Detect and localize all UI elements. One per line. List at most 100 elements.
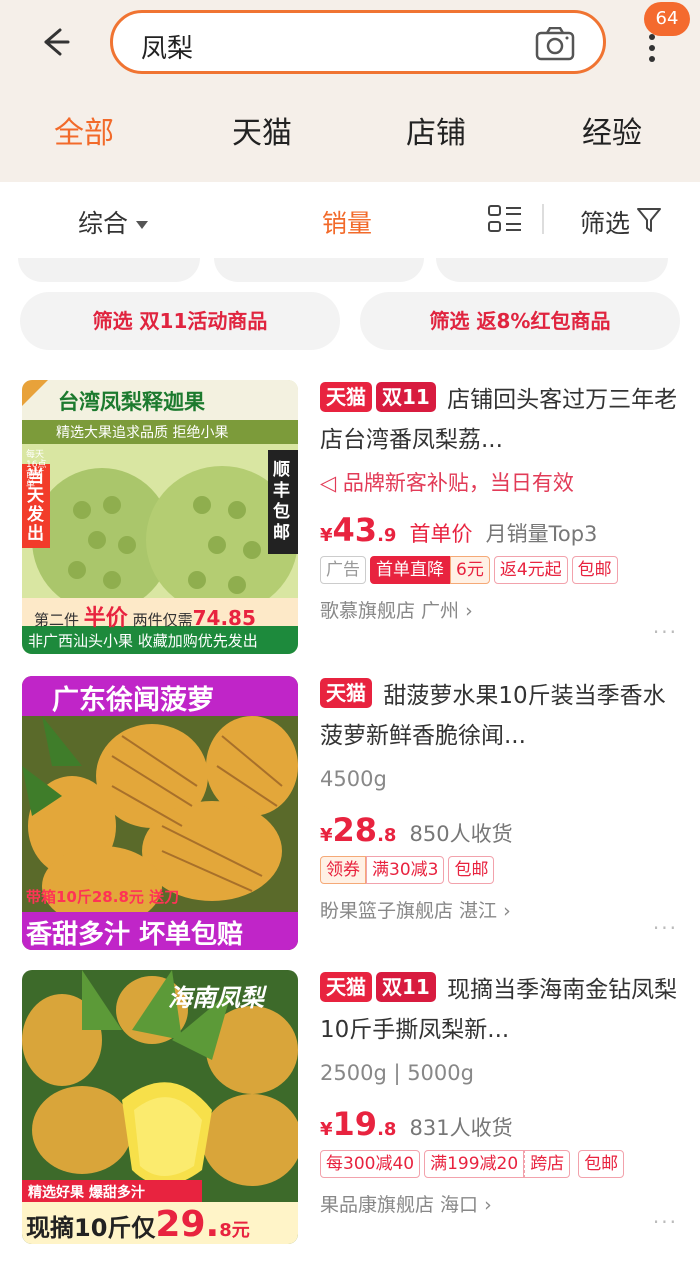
product-image[interactable]: 广东徐闻菠萝 带箱10斤28.8元 送刀 香甜多汁 坏单包赔	[22, 676, 298, 950]
chip-row-scrolled	[0, 258, 700, 284]
offer-text: 两件仅需	[132, 611, 193, 629]
image-offer: 第二件 半价 两件仅需74.85	[34, 600, 256, 632]
double11-tag: 双11	[376, 972, 436, 1002]
shop-name: 歌慕旗舰店 广州	[320, 600, 460, 622]
free-shipping-label: 包邮	[578, 1150, 625, 1178]
filter-label: 筛选	[580, 209, 631, 238]
promo-labels: 广告 首单直降 6元 返4元起 包邮	[320, 556, 680, 586]
image-subtitle: 精选大果追求品质 拒绝小果	[56, 425, 229, 441]
image-strip: 精选好果 爆甜多汁	[28, 1185, 145, 1201]
product-spec: 4500g	[320, 767, 387, 791]
price: ¥43.9	[320, 511, 397, 549]
search-type-tabs: 全部 天猫 店铺 经验	[0, 108, 700, 164]
shop-link[interactable]: 果品康旗舰店 海口 ›	[320, 1190, 680, 1220]
image-caption-price: 29.	[155, 1204, 220, 1244]
search-query: 凤梨	[141, 34, 194, 64]
price-row: ¥19.8 831人收货	[320, 1104, 680, 1144]
discount-amount-label: 6元	[450, 556, 490, 584]
first-order-discount-label: 首单直降	[370, 556, 450, 584]
more-options-icon[interactable]: ···	[653, 1210, 678, 1234]
chip-scrolled[interactable]	[436, 258, 668, 282]
more-options-icon[interactable]: ···	[653, 620, 678, 644]
promo-labels: 每300减40 满199减20 跨店 包邮	[320, 1150, 680, 1180]
image-banner: 台湾凤梨释迦果	[58, 390, 205, 414]
free-shipping-label: 包邮	[571, 556, 618, 584]
price-main: 19	[332, 1105, 378, 1143]
image-bottom-caption: 香甜多汁 坏单包赔	[26, 920, 244, 950]
product-info: 天猫 甜菠萝水果10斤装当季香水菠萝新鲜香脆徐闻... 4500g ¥28.8 …	[320, 676, 680, 926]
price-decimal: .8	[377, 825, 397, 846]
shop-link[interactable]: 盼果篮子旗舰店 湛江 ›	[320, 896, 680, 926]
image-side-right: 顺丰包邮	[273, 460, 290, 543]
chip-double11[interactable]: 筛选 双11活动商品	[20, 292, 340, 350]
filter-funnel-icon[interactable]	[636, 206, 662, 234]
product-image-graphic	[22, 676, 298, 950]
top-bar: 凤梨 64 全部 天猫 店铺 经验	[0, 0, 700, 182]
price: ¥28.8	[320, 811, 397, 849]
image-midline: 带箱10斤28.8元 送刀	[26, 888, 180, 906]
product-image[interactable]: 台湾凤梨释迦果 精选大果追求品质 拒绝小果 每天16点前订单 当天发出 顺丰包邮…	[22, 380, 298, 654]
tab-experience[interactable]: 经验	[582, 108, 642, 152]
speaker-icon: ◁	[320, 471, 337, 495]
product-title-text: 店铺回头客过万三年老店台湾番凤梨荔...	[320, 387, 678, 453]
product-spec: 2500g | 5000g	[320, 1061, 474, 1085]
image-banner: 广东徐闻菠萝	[52, 685, 214, 716]
notification-badge: 64	[644, 2, 690, 36]
chip-redpacket[interactable]: 筛选 返8%红包商品	[360, 292, 680, 350]
discount-label: 满30减3	[366, 856, 445, 884]
product-title-text: 现摘当季海南金钻凤梨10斤手撕凤梨新...	[320, 977, 678, 1043]
promo-labels: 领券 满30减3 包邮	[320, 856, 680, 886]
image-caption-text: 现摘10斤仅	[26, 1214, 156, 1242]
shop-name: 果品康旗舰店 海口	[320, 1194, 479, 1216]
offer-price: 74.85	[192, 606, 256, 630]
shop-name: 盼果篮子旗舰店 湛江	[320, 900, 498, 922]
promo-line: ◁ 品牌新客补贴，当日有效	[320, 466, 680, 500]
tmall-tag: 天猫	[320, 678, 372, 708]
tab-all[interactable]: 全部	[54, 108, 114, 152]
image-corner-title: 海南凤梨	[168, 984, 264, 1012]
list-layout-icon[interactable]	[488, 204, 522, 234]
sort-comprehensive[interactable]: 综合	[78, 204, 149, 240]
image-caption-unit: 8元	[219, 1220, 250, 1241]
offer-half-price: 半价	[83, 606, 128, 631]
image-bottom-caption: 现摘10斤仅29.8元	[26, 1204, 250, 1244]
product-title[interactable]: 天猫 双11 现摘当季海南金钻凤梨10斤手撕凤梨新...	[320, 970, 680, 1050]
price-row: ¥28.8 850人收货	[320, 810, 680, 850]
sort-sales[interactable]: 销量	[322, 204, 372, 240]
camera-icon[interactable]	[535, 27, 575, 61]
filter-chips: 筛选 双11活动商品 筛选 返8%红包商品	[0, 292, 700, 350]
product-card[interactable]: 海南凤梨 精选好果 爆甜多汁 现摘10斤仅29.8元 天猫 双11 现摘当季海南金…	[0, 970, 700, 1250]
product-card[interactable]: 台湾凤梨释迦果 精选大果追求品质 拒绝小果 每天16点前订单 当天发出 顺丰包邮…	[0, 380, 700, 660]
promo-text: 品牌新客补贴，当日有效	[342, 471, 574, 495]
discount-label: 每300减40	[320, 1150, 421, 1178]
cross-store-label: 跨店	[524, 1150, 571, 1178]
price-decimal: .9	[377, 525, 397, 546]
product-title[interactable]: 天猫 甜菠萝水果10斤装当季香水菠萝新鲜香脆徐闻...	[320, 676, 680, 756]
price-main: 43	[332, 511, 378, 549]
back-arrow-icon[interactable]	[34, 22, 74, 62]
filter-button[interactable]: 筛选	[580, 204, 630, 240]
tmall-tag: 天猫	[320, 382, 372, 412]
sales-count: 850人收货	[409, 822, 513, 846]
product-image[interactable]: 海南凤梨 精选好果 爆甜多汁 现摘10斤仅29.8元	[22, 970, 298, 1244]
chip-scrolled[interactable]	[18, 258, 200, 282]
sort-comprehensive-label: 综合	[78, 209, 129, 238]
product-title[interactable]: 天猫 双11 店铺回头客过万三年老店台湾番凤梨荔...	[320, 380, 680, 460]
more-menu-icon[interactable]	[640, 34, 664, 64]
double11-tag: 双11	[376, 382, 436, 412]
caret-down-icon	[136, 221, 149, 229]
tab-tmall[interactable]: 天猫	[232, 108, 292, 152]
more-options-icon[interactable]: ···	[653, 916, 678, 940]
chip-scrolled[interactable]	[214, 258, 424, 282]
sales-count: 831人收货	[409, 1116, 513, 1140]
ad-label: 广告	[320, 556, 366, 584]
offer-text: 第二件	[34, 611, 80, 629]
search-input[interactable]: 凤梨	[110, 10, 606, 74]
price-row: ¥43.9 首单价 月销量Top3	[320, 510, 680, 550]
coupon-label: 领券	[320, 856, 366, 884]
product-card[interactable]: 广东徐闻菠萝 带箱10斤28.8元 送刀 香甜多汁 坏单包赔 天猫 甜菠萝水果1…	[0, 676, 700, 956]
cashback-label: 返4元起	[493, 556, 568, 584]
shop-link[interactable]: 歌慕旗舰店 广州 ›	[320, 596, 680, 626]
sortbar-divider	[542, 204, 544, 234]
tab-shops[interactable]: 店铺	[406, 108, 466, 152]
